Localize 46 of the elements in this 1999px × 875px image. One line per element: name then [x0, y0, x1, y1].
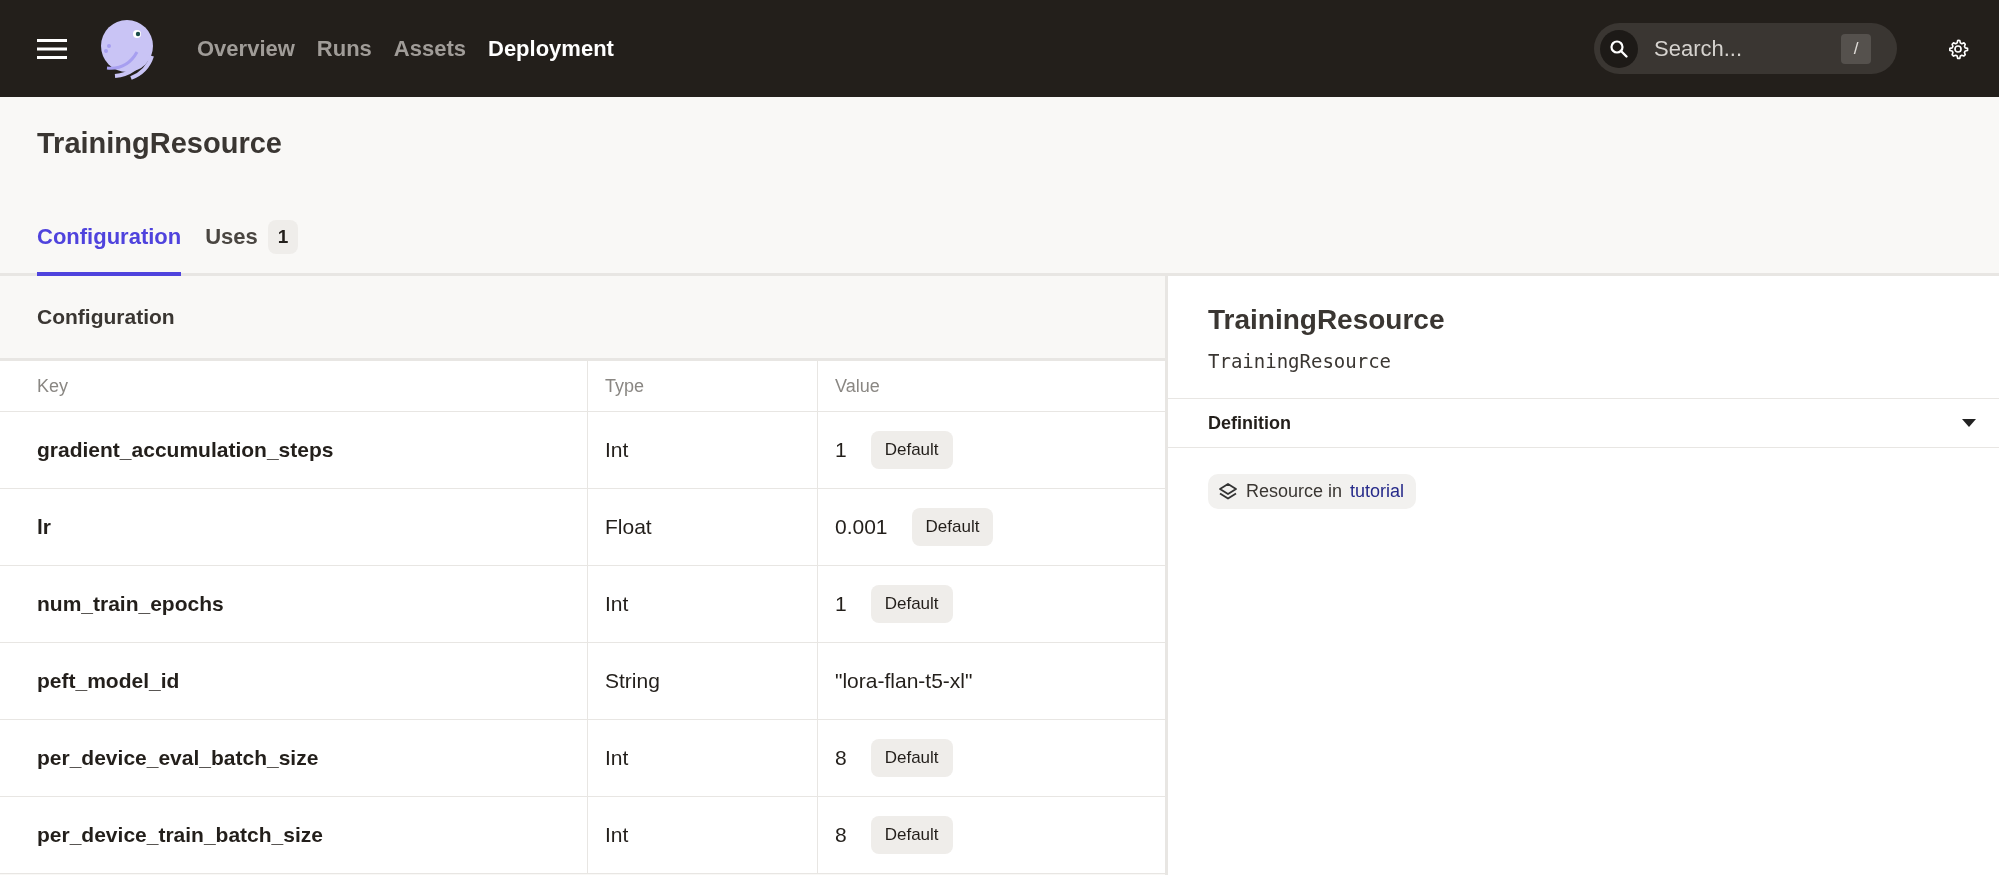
table-cell: lr	[0, 488, 588, 566]
value-text: "lora-flan-t5-xl"	[835, 669, 973, 693]
table-cell: num_train_epochs	[0, 565, 588, 643]
tab[interactable]: Configuration	[37, 220, 182, 276]
resource-name: TrainingResource	[1208, 350, 1393, 372]
table-cell: Int	[587, 796, 818, 874]
default-tag: Default	[870, 431, 953, 469]
nav-link[interactable]: Assets	[393, 35, 466, 62]
column-header: Value	[817, 361, 1165, 412]
table-cell: String	[587, 642, 818, 720]
table-cell: gradient_accumulation_steps	[0, 411, 588, 489]
value-text: 8	[835, 746, 847, 770]
section-title: Configuration	[37, 305, 175, 329]
table-cell: Float	[587, 488, 818, 566]
page-title: TrainingResource	[37, 127, 283, 161]
menu-icon[interactable]	[37, 37, 67, 60]
table-cell: Int	[587, 719, 818, 797]
default-tag: Default	[870, 816, 953, 854]
column-header: Type	[587, 361, 818, 412]
tab[interactable]: Uses 1	[205, 220, 299, 276]
default-tag: Default	[870, 585, 953, 623]
nav-link[interactable]: Runs	[316, 35, 372, 62]
nav-link[interactable]: Deployment	[488, 35, 614, 62]
search-bar[interactable]: Search... /	[1594, 23, 1897, 74]
table-cell: per_device_eval_batch_size	[0, 719, 588, 797]
table-cell: peft_model_id	[0, 642, 588, 720]
default-tag: Default	[870, 739, 953, 777]
value-text: 0.001	[835, 515, 888, 539]
value-text: 1	[835, 438, 847, 462]
resource-title: TrainingResource	[1208, 304, 1446, 336]
column-header: Key	[0, 361, 588, 412]
value-text: 8	[835, 823, 847, 847]
settings-icon[interactable]	[1947, 37, 1969, 60]
value-text: 1	[835, 592, 847, 616]
table-cell: per_device_train_batch_size	[0, 796, 588, 874]
repository-link[interactable]: tutorial	[1350, 481, 1405, 502]
search-field[interactable]: Search...	[1652, 34, 1841, 63]
search-icon	[1600, 29, 1638, 68]
caret-icon	[1961, 418, 1977, 428]
table-cell: Int	[587, 411, 818, 489]
shortcut-key: /	[1841, 33, 1871, 64]
layers-icon	[1218, 481, 1238, 502]
table-cell: Int	[587, 565, 818, 643]
nav-link[interactable]: Overview	[197, 35, 295, 62]
default-tag: Default	[911, 508, 994, 546]
badge-text: Resource in	[1246, 481, 1343, 502]
